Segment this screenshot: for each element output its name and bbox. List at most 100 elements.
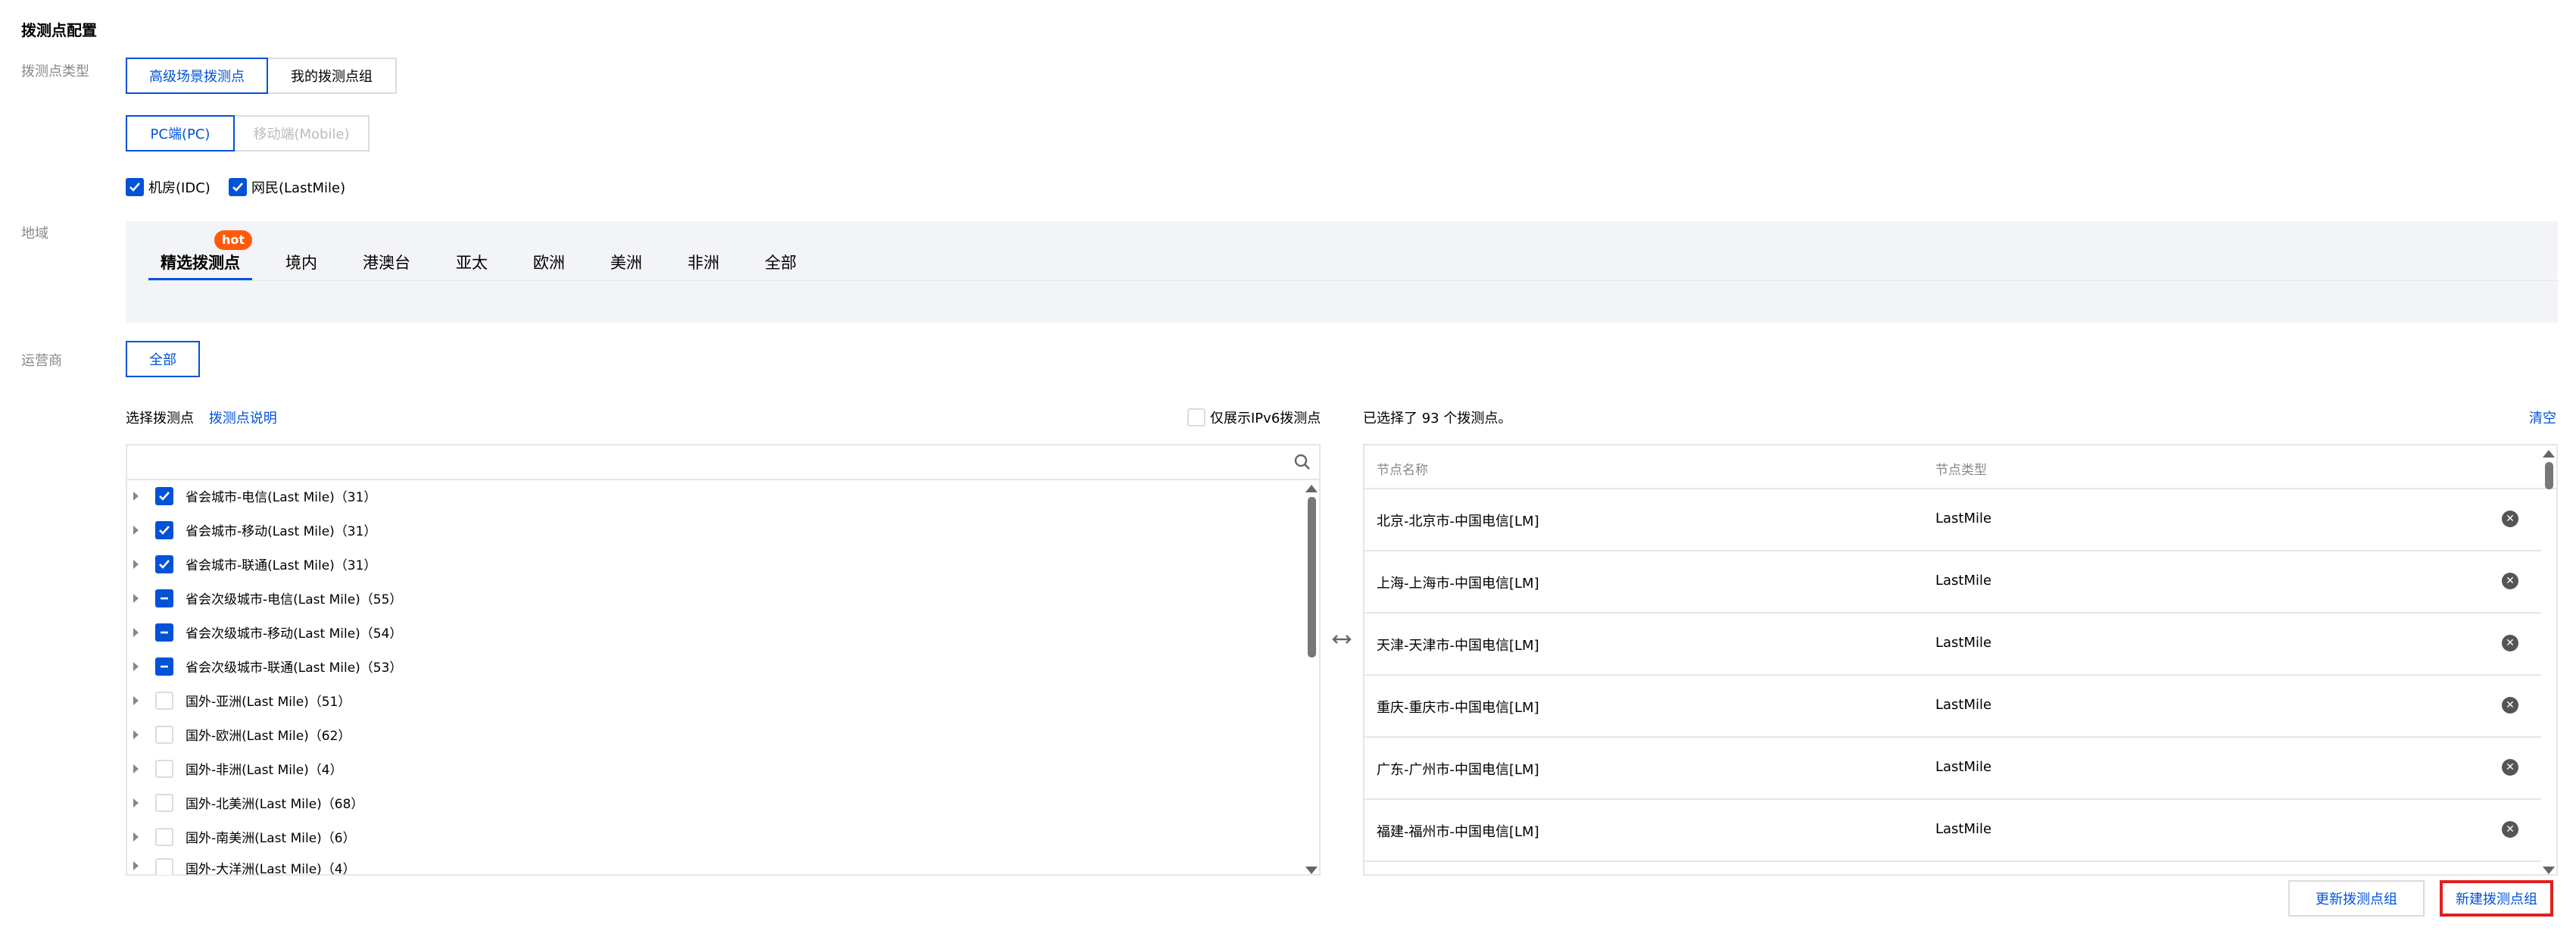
checkbox-unchecked[interactable] — [1187, 408, 1205, 426]
remove-circle-icon[interactable]: ✕ — [2502, 573, 2518, 589]
node-name: 广东-广州市-中国电信[LM] — [1377, 762, 1539, 778]
checkbox-checked[interactable] — [155, 520, 173, 539]
caret-right-icon[interactable] — [133, 729, 139, 739]
tree-item[interactable]: 国外-南美洲(Last Mile)（6） — [127, 820, 356, 854]
remove-circle-icon[interactable]: ✕ — [2502, 821, 2518, 838]
column-header-name: 节点名称 — [1377, 463, 1428, 478]
scroll-down-icon[interactable] — [1305, 867, 1318, 874]
remove-circle-icon[interactable]: ✕ — [2502, 759, 2518, 776]
tabs-divider — [148, 280, 2558, 281]
tree-item[interactable]: 国外-非洲(Last Mile)（4） — [127, 751, 343, 786]
tree-item[interactable]: 省会次级城市-联通(Last Mile)（53） — [127, 649, 402, 683]
tree-item-label: 国外-欧洲(Last Mile)（62） — [186, 729, 351, 744]
tree-item-label: 省会次级城市-移动(Last Mile)（54） — [186, 626, 403, 642]
caret-right-icon[interactable] — [133, 798, 139, 807]
checkbox-checked[interactable] — [155, 554, 173, 573]
scroll-thumb[interactable] — [2545, 462, 2553, 489]
checkbox-unchecked[interactable] — [155, 691, 173, 710]
caret-right-icon[interactable] — [133, 861, 139, 870]
tree-item[interactable]: 国外-北美洲(Last Mile)（68） — [127, 786, 363, 820]
tab-africa[interactable]: 非洲 — [675, 244, 731, 280]
tree-item-label: 省会城市-移动(Last Mile)（31） — [186, 524, 377, 539]
remove-circle-icon[interactable]: ✕ — [2502, 697, 2518, 714]
tree-item-label: 国外-亚洲(Last Mile)（51） — [186, 695, 351, 710]
node-kind-lastmile[interactable]: 网民(LastMile) — [229, 177, 345, 197]
checkbox-unchecked[interactable] — [155, 858, 173, 875]
remove-circle-icon[interactable]: ✕ — [2502, 635, 2518, 651]
probe-help-link[interactable]: 拨测点说明 — [209, 411, 277, 426]
node-kind-idc[interactable]: 机房(IDC) — [126, 177, 211, 197]
selected-scrollbar[interactable] — [2541, 450, 2555, 874]
caret-right-icon[interactable] — [133, 661, 139, 671]
region-panel: 精选拨测点 hot 境内 港澳台 亚太 欧洲 美洲 非洲 全部 — [126, 221, 2558, 323]
checkbox-indeterminate[interactable] — [155, 657, 173, 676]
table-row: 重庆-重庆市-中国电信[LM] LastMile ✕ — [1364, 676, 2541, 738]
checkbox-unchecked[interactable] — [155, 827, 173, 846]
checkbox-indeterminate[interactable] — [155, 589, 173, 607]
page-title: 拨测点配置 — [21, 21, 97, 39]
tree-item[interactable]: 省会次级城市-移动(Last Mile)（54） — [127, 615, 402, 649]
tab-asia-pacific[interactable]: 亚太 — [444, 244, 500, 280]
scroll-up-icon[interactable] — [2543, 450, 2555, 458]
operator-option-all[interactable]: 全部 — [126, 341, 200, 377]
probe-type-option-advanced[interactable]: 高级场景拨测点 — [126, 58, 268, 94]
scroll-up-icon[interactable] — [1305, 485, 1318, 492]
tab-domestic[interactable]: 境内 — [273, 244, 329, 280]
tree-item[interactable]: 国外-欧洲(Last Mile)（62） — [127, 717, 351, 751]
tree-item-label: 省会次级城市-电信(Last Mile)（55） — [186, 592, 403, 607]
search-icon[interactable] — [1293, 453, 1311, 471]
tab-americas[interactable]: 美洲 — [598, 244, 654, 280]
checkbox-indeterminate[interactable] — [155, 623, 173, 642]
probe-tree-panel: 省会城市-电信(Last Mile)（31） 省会城市-移动(Last Mile… — [126, 444, 1321, 876]
caret-right-icon[interactable] — [133, 764, 139, 773]
tree-item[interactable]: 国外-亚洲(Last Mile)（51） — [127, 683, 351, 717]
checkbox-checked[interactable] — [229, 178, 247, 196]
table-row: 福建-福州市-中国电信[LM] LastMile ✕ — [1364, 800, 2541, 862]
operator-label: 运营商 — [21, 353, 62, 369]
clear-all-link[interactable]: 清空 — [2529, 408, 2556, 427]
search-row — [127, 445, 1319, 480]
node-type: LastMile — [1935, 573, 1992, 589]
tree-item[interactable]: 省会城市-联通(Last Mile)（31） — [127, 547, 376, 581]
caret-right-icon[interactable] — [133, 559, 139, 569]
terminal-option-pc[interactable]: PC端(PC) — [126, 115, 235, 151]
checkbox-checked[interactable] — [155, 486, 173, 505]
caret-right-icon[interactable] — [133, 627, 139, 637]
create-probe-group-button[interactable]: 新建拨测点组 — [2440, 880, 2553, 917]
tree-scrollbar[interactable] — [1304, 485, 1318, 874]
caret-right-icon[interactable] — [133, 525, 139, 535]
caret-right-icon[interactable] — [133, 832, 139, 842]
tree-item[interactable]: 国外-大洋洲(Last Mile)（4） — [127, 854, 356, 875]
checkbox-unchecked[interactable] — [155, 725, 173, 744]
checkbox-unchecked[interactable] — [155, 759, 173, 778]
update-probe-group-button[interactable]: 更新拨测点组 — [2288, 880, 2425, 917]
tree-item-label: 省会城市-联通(Last Mile)（31） — [186, 558, 377, 573]
probe-type-option-my-group[interactable]: 我的拨测点组 — [267, 58, 397, 94]
tab-all[interactable]: 全部 — [753, 244, 809, 280]
tree-item[interactable]: 省会城市-移动(Last Mile)（31） — [127, 513, 376, 547]
scroll-thumb[interactable] — [1308, 497, 1316, 657]
selected-summary: 已选择了 93 个拨测点。 — [1363, 411, 1512, 426]
node-name: 重庆-重庆市-中国电信[LM] — [1377, 700, 1539, 716]
caret-right-icon[interactable] — [133, 593, 139, 603]
caret-right-icon[interactable] — [133, 695, 139, 705]
tab-label: 亚太 — [456, 254, 488, 272]
region-label: 地域 — [21, 226, 48, 242]
ipv6-only-filter[interactable]: 仅展示IPv6拨测点 — [1187, 408, 1321, 427]
tab-featured[interactable]: 精选拨测点 hot — [148, 230, 252, 280]
scroll-down-icon[interactable] — [2543, 867, 2555, 874]
node-type: LastMile — [1935, 511, 1992, 526]
caret-right-icon[interactable] — [133, 491, 139, 501]
checkmark-icon — [159, 525, 170, 535]
node-name: 福建-福州市-中国电信[LM] — [1377, 824, 1539, 840]
tree-item-label: 国外-北美洲(Last Mile)（68） — [186, 797, 364, 812]
tab-europe[interactable]: 欧洲 — [521, 244, 577, 280]
tree-item[interactable]: 省会次级城市-电信(Last Mile)（55） — [127, 581, 402, 615]
remove-circle-icon[interactable]: ✕ — [2502, 511, 2518, 527]
tab-label: 港澳台 — [363, 254, 410, 272]
search-input[interactable] — [133, 448, 1272, 476]
checkbox-unchecked[interactable] — [155, 793, 173, 812]
checkbox-checked[interactable] — [126, 178, 144, 196]
tab-hk-macao-taiwan[interactable]: 港澳台 — [351, 244, 423, 280]
tree-item[interactable]: 省会城市-电信(Last Mile)（31） — [127, 479, 376, 513]
